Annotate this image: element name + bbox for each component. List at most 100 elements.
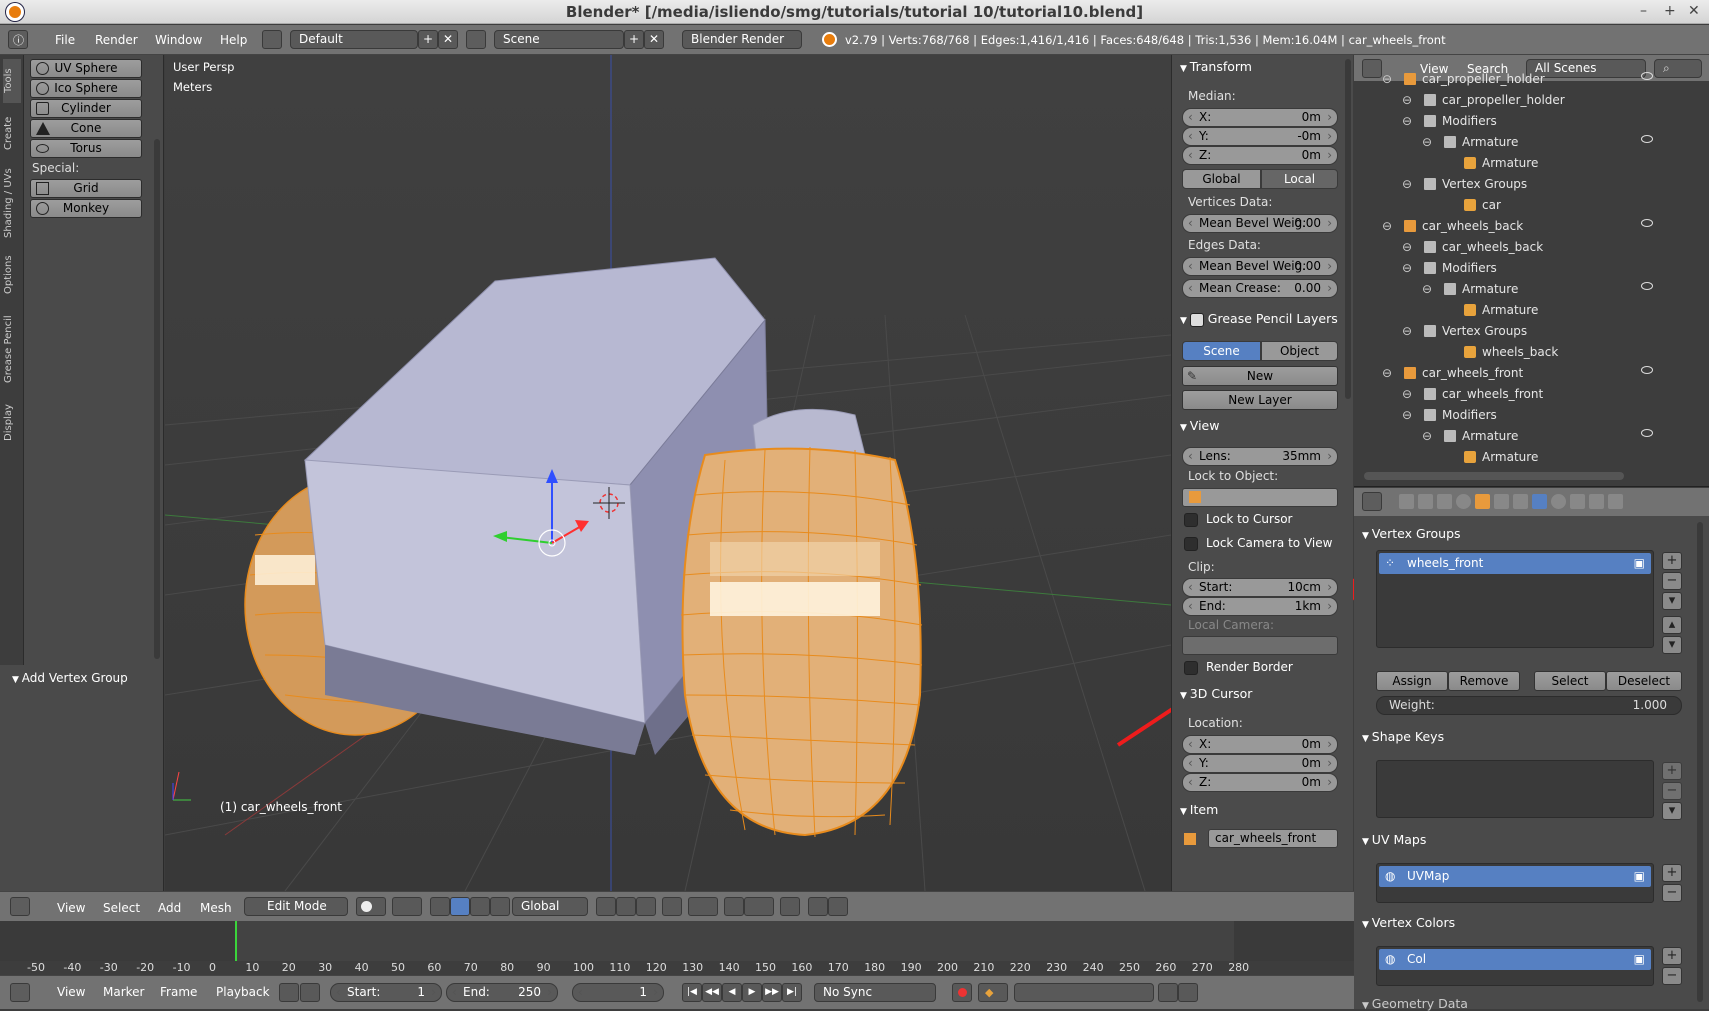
tl-menu-marker[interactable]: Marker xyxy=(103,985,144,999)
outliner-row[interactable]: ⊖ Modifiers xyxy=(1354,405,1709,426)
cursor-z-field[interactable]: Z: 0m xyxy=(1182,773,1338,792)
outliner-row[interactable]: Armature xyxy=(1354,300,1709,321)
outliner-row[interactable]: Armature xyxy=(1354,153,1709,174)
vertex-group-specials-button[interactable]: ▾ xyxy=(1662,592,1682,610)
outliner-row[interactable]: Armature xyxy=(1354,447,1709,468)
scene-icon[interactable] xyxy=(466,30,486,49)
expand-toggle-icon[interactable]: ⊖ xyxy=(1422,429,1432,443)
scale-manipulator-icon[interactable] xyxy=(490,897,510,916)
expand-toggle-icon[interactable]: ⊖ xyxy=(1422,135,1432,149)
outliner-row[interactable]: wheels_back xyxy=(1354,342,1709,363)
item-name-field[interactable]: car_wheels_front xyxy=(1208,829,1338,848)
outliner-row[interactable]: ⊖ Vertex Groups xyxy=(1354,321,1709,342)
tool-shelf-scrollbar[interactable] xyxy=(154,139,160,659)
current-frame-field[interactable]: 1 xyxy=(572,983,664,1002)
jump-end-icon[interactable]: ▶| xyxy=(782,983,802,1002)
expand-toggle-icon[interactable]: ⊖ xyxy=(1402,261,1412,275)
remove-scene-icon[interactable]: ✕ xyxy=(644,30,664,49)
cylinder-button[interactable]: Cylinder xyxy=(30,99,142,118)
uv-sphere-button[interactable]: UV Sphere xyxy=(30,59,142,78)
edge-select-icon[interactable] xyxy=(616,897,636,916)
opengl-render-icon[interactable] xyxy=(780,897,800,916)
add-shape-key-button[interactable]: + xyxy=(1662,762,1682,780)
modifiers-tab-icon[interactable] xyxy=(1513,494,1528,509)
maximize-icon[interactable]: + xyxy=(1664,3,1676,19)
snap-toggle-icon[interactable] xyxy=(724,897,744,916)
outliner-row[interactable]: ⊖ Armature xyxy=(1354,279,1709,300)
particles-tab-icon[interactable] xyxy=(1589,494,1604,509)
camera-render-icon[interactable]: ▣ xyxy=(1634,869,1645,883)
current-frame-marker[interactable] xyxy=(235,921,237,961)
visibility-eye-icon[interactable] xyxy=(1641,135,1653,143)
render-still-icon[interactable] xyxy=(808,897,828,916)
outliner-row[interactable]: car xyxy=(1354,195,1709,216)
tl-menu-view[interactable]: View xyxy=(57,985,85,999)
visibility-eye-icon[interactable] xyxy=(1641,219,1653,227)
manipulator-toggle[interactable] xyxy=(430,897,450,916)
outliner-row[interactable]: ⊖ Vertex Groups xyxy=(1354,174,1709,195)
uv-map-item[interactable]: ◍ UVMap ▣ xyxy=(1379,866,1651,887)
view-panel-header[interactable]: View xyxy=(1180,418,1220,433)
grid-button[interactable]: Grid xyxy=(30,179,142,198)
active-keying-set-field[interactable] xyxy=(1014,983,1154,1002)
median-z-field[interactable]: Z: 0m xyxy=(1182,146,1338,165)
grease-pencil-checkbox[interactable] xyxy=(1189,312,1204,327)
move-down-button[interactable]: ▾ xyxy=(1662,636,1682,654)
limit-selection-icon[interactable] xyxy=(662,897,682,916)
mode-select[interactable]: Edit Mode xyxy=(244,897,348,916)
sidebar-scrollbar[interactable] xyxy=(1345,59,1351,399)
render-animation-icon[interactable] xyxy=(828,897,848,916)
record-icon[interactable] xyxy=(952,983,972,1002)
ico-sphere-button[interactable]: Ico Sphere xyxy=(30,79,142,98)
vertex-color-item[interactable]: ◍ Col ▣ xyxy=(1379,949,1651,970)
mean-bevel-vertex-field[interactable]: Mean Bevel Weig:0.00 xyxy=(1182,214,1338,233)
tl-menu-playback[interactable]: Playback xyxy=(216,985,270,999)
tab-shading-uvs[interactable]: Shading / UVs xyxy=(3,163,21,243)
3d-cursor-panel-header[interactable]: 3D Cursor xyxy=(1180,686,1253,701)
tab-create[interactable]: Create xyxy=(3,107,21,159)
menu-window[interactable]: Window xyxy=(155,33,202,47)
lock-range-icon[interactable] xyxy=(300,983,320,1002)
add-scene-icon[interactable]: + xyxy=(624,30,644,49)
prev-keyframe-icon[interactable]: ◀◀ xyxy=(702,983,722,1002)
vertex-colors-list[interactable]: ◍ Col ▣ xyxy=(1376,946,1654,986)
clip-start-field[interactable]: Start: 10cm xyxy=(1182,578,1338,597)
mean-bevel-edge-field[interactable]: Mean Bevel Weig:0.00 xyxy=(1182,257,1338,276)
outliner-row[interactable]: ⊖ car_wheels_back xyxy=(1354,216,1709,237)
shape-key-specials-button[interactable]: ▾ xyxy=(1662,802,1682,820)
monkey-button[interactable]: Monkey xyxy=(30,199,142,218)
delete-keyframe-icon[interactable] xyxy=(1178,983,1198,1002)
uv-maps-list[interactable]: ◍ UVMap ▣ xyxy=(1376,863,1654,903)
grease-scene-toggle[interactable]: Scene xyxy=(1182,341,1261,361)
outliner-row[interactable]: ⊖ car_wheels_back xyxy=(1354,237,1709,258)
operator-panel-title[interactable]: ▼ Add Vertex Group xyxy=(12,671,128,685)
visibility-eye-icon[interactable] xyxy=(1641,282,1653,290)
tab-grease-pencil[interactable]: Grease Pencil xyxy=(3,307,21,391)
grease-object-toggle[interactable]: Object xyxy=(1261,341,1338,361)
jump-start-icon[interactable]: |◀ xyxy=(682,983,702,1002)
outliner-row[interactable]: ⊖ Armature xyxy=(1354,426,1709,447)
visibility-eye-icon[interactable] xyxy=(1641,72,1653,80)
physics-tab-icon[interactable] xyxy=(1608,494,1623,509)
tab-options[interactable]: Options xyxy=(3,247,21,303)
assign-button[interactable]: Assign xyxy=(1376,671,1448,691)
vp-menu-add[interactable]: Add xyxy=(158,901,181,915)
vp-menu-select[interactable]: Select xyxy=(103,901,140,915)
timeline-editor-icon[interactable] xyxy=(10,983,30,1002)
scene-field[interactable]: Scene xyxy=(494,30,624,49)
properties-scrollbar[interactable] xyxy=(1697,522,1703,1002)
expand-toggle-icon[interactable]: ⊖ xyxy=(1402,387,1412,401)
expand-toggle-icon[interactable]: ⊖ xyxy=(1422,282,1432,296)
tl-menu-frame[interactable]: Frame xyxy=(160,985,197,999)
screen-layout-field[interactable]: Default xyxy=(290,30,418,49)
expand-toggle-icon[interactable]: ⊖ xyxy=(1382,72,1392,86)
sync-select[interactable]: No Sync xyxy=(814,983,936,1002)
insert-keyframe-icon[interactable] xyxy=(1158,983,1178,1002)
select-button[interactable]: Select xyxy=(1534,671,1606,691)
expand-toggle-icon[interactable]: ⊖ xyxy=(1402,114,1412,128)
remove-shape-key-button[interactable]: − xyxy=(1662,782,1682,800)
move-up-button[interactable]: ▴ xyxy=(1662,616,1682,634)
tab-display[interactable]: Display xyxy=(3,395,21,451)
expand-toggle-icon[interactable]: ⊖ xyxy=(1402,93,1412,107)
grease-new-button[interactable]: ✎ New xyxy=(1182,366,1338,386)
